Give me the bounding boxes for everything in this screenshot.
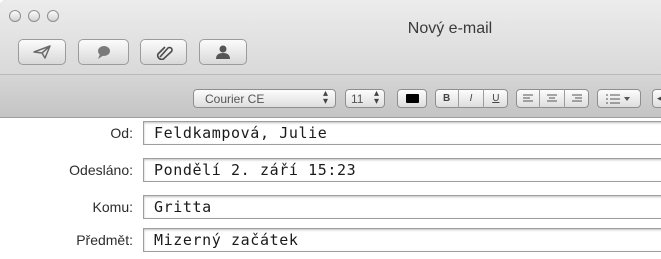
arrow-icon: ◂ [657, 93, 661, 103]
format-bar: Courier CE ▴ ▾ 11 ▴ ▾ B I U ◂ [0, 75, 661, 118]
font-family-value: Courier CE [205, 91, 265, 106]
subject-row: Předmět: Mizerný začátek [0, 225, 661, 256]
align-right-icon [571, 94, 582, 102]
to-row: Komu: Gritta [0, 192, 661, 223]
color-swatch [405, 94, 419, 103]
sent-label: Odesláno: [69, 162, 133, 178]
sent-row: Odesláno: Pondělí 2. září 15:23 [0, 155, 661, 186]
send-button[interactable] [18, 39, 66, 65]
attach-button[interactable] [140, 39, 187, 65]
popup-arrows-icon: ▴ ▾ [322, 88, 328, 107]
to-label: Komu: [92, 199, 133, 215]
person-icon [216, 45, 230, 59]
align-center-button[interactable] [540, 89, 565, 108]
indent-select[interactable]: ◂ [652, 89, 661, 108]
reply-button[interactable] [78, 39, 129, 65]
paperclip-icon [156, 46, 173, 60]
from-row: Od: Feldkampová, Julie [0, 118, 661, 149]
alignment-group [516, 89, 589, 108]
from-label: Od: [110, 125, 133, 141]
address-book-button[interactable] [199, 39, 247, 65]
font-family-select[interactable]: Courier CE ▴ ▾ [193, 89, 336, 108]
align-left-icon [522, 94, 533, 102]
window-title: Nový e-mail [407, 20, 493, 37]
subject-label: Předmět: [76, 232, 133, 248]
from-field[interactable]: Feldkampová, Julie [143, 121, 661, 145]
to-field[interactable]: Gritta [143, 195, 661, 219]
list-style-select[interactable] [597, 89, 641, 108]
underline-button[interactable]: U [484, 89, 508, 108]
mail-window: Nový e-mail Courier CE ▴▾ 11 ▴▾ B I U [0, 0, 661, 259]
paper-plane-icon [33, 45, 51, 59]
speech-bubble-icon [97, 46, 110, 59]
align-center-icon [547, 94, 558, 102]
text-style-group: B I U [435, 89, 508, 108]
title-bar: Nový e-mail [0, 0, 661, 75]
message-header-fields: Od: Feldkampová, Julie Odesláno: Pondělí… [0, 118, 661, 259]
align-right-button[interactable] [565, 89, 589, 108]
align-left-button[interactable] [516, 89, 541, 108]
font-size-select[interactable]: 11 ▴ ▾ [345, 89, 385, 108]
list-icon [606, 94, 630, 103]
text-color-button[interactable] [397, 89, 427, 108]
italic-button[interactable]: I [459, 89, 484, 108]
bold-button[interactable]: B [435, 89, 460, 108]
font-size-value: 11 [351, 91, 364, 106]
sent-field[interactable]: Pondělí 2. září 15:23 [143, 158, 661, 182]
subject-field[interactable]: Mizerný začátek [143, 228, 661, 252]
popup-arrows-icon: ▴ ▾ [373, 88, 379, 107]
